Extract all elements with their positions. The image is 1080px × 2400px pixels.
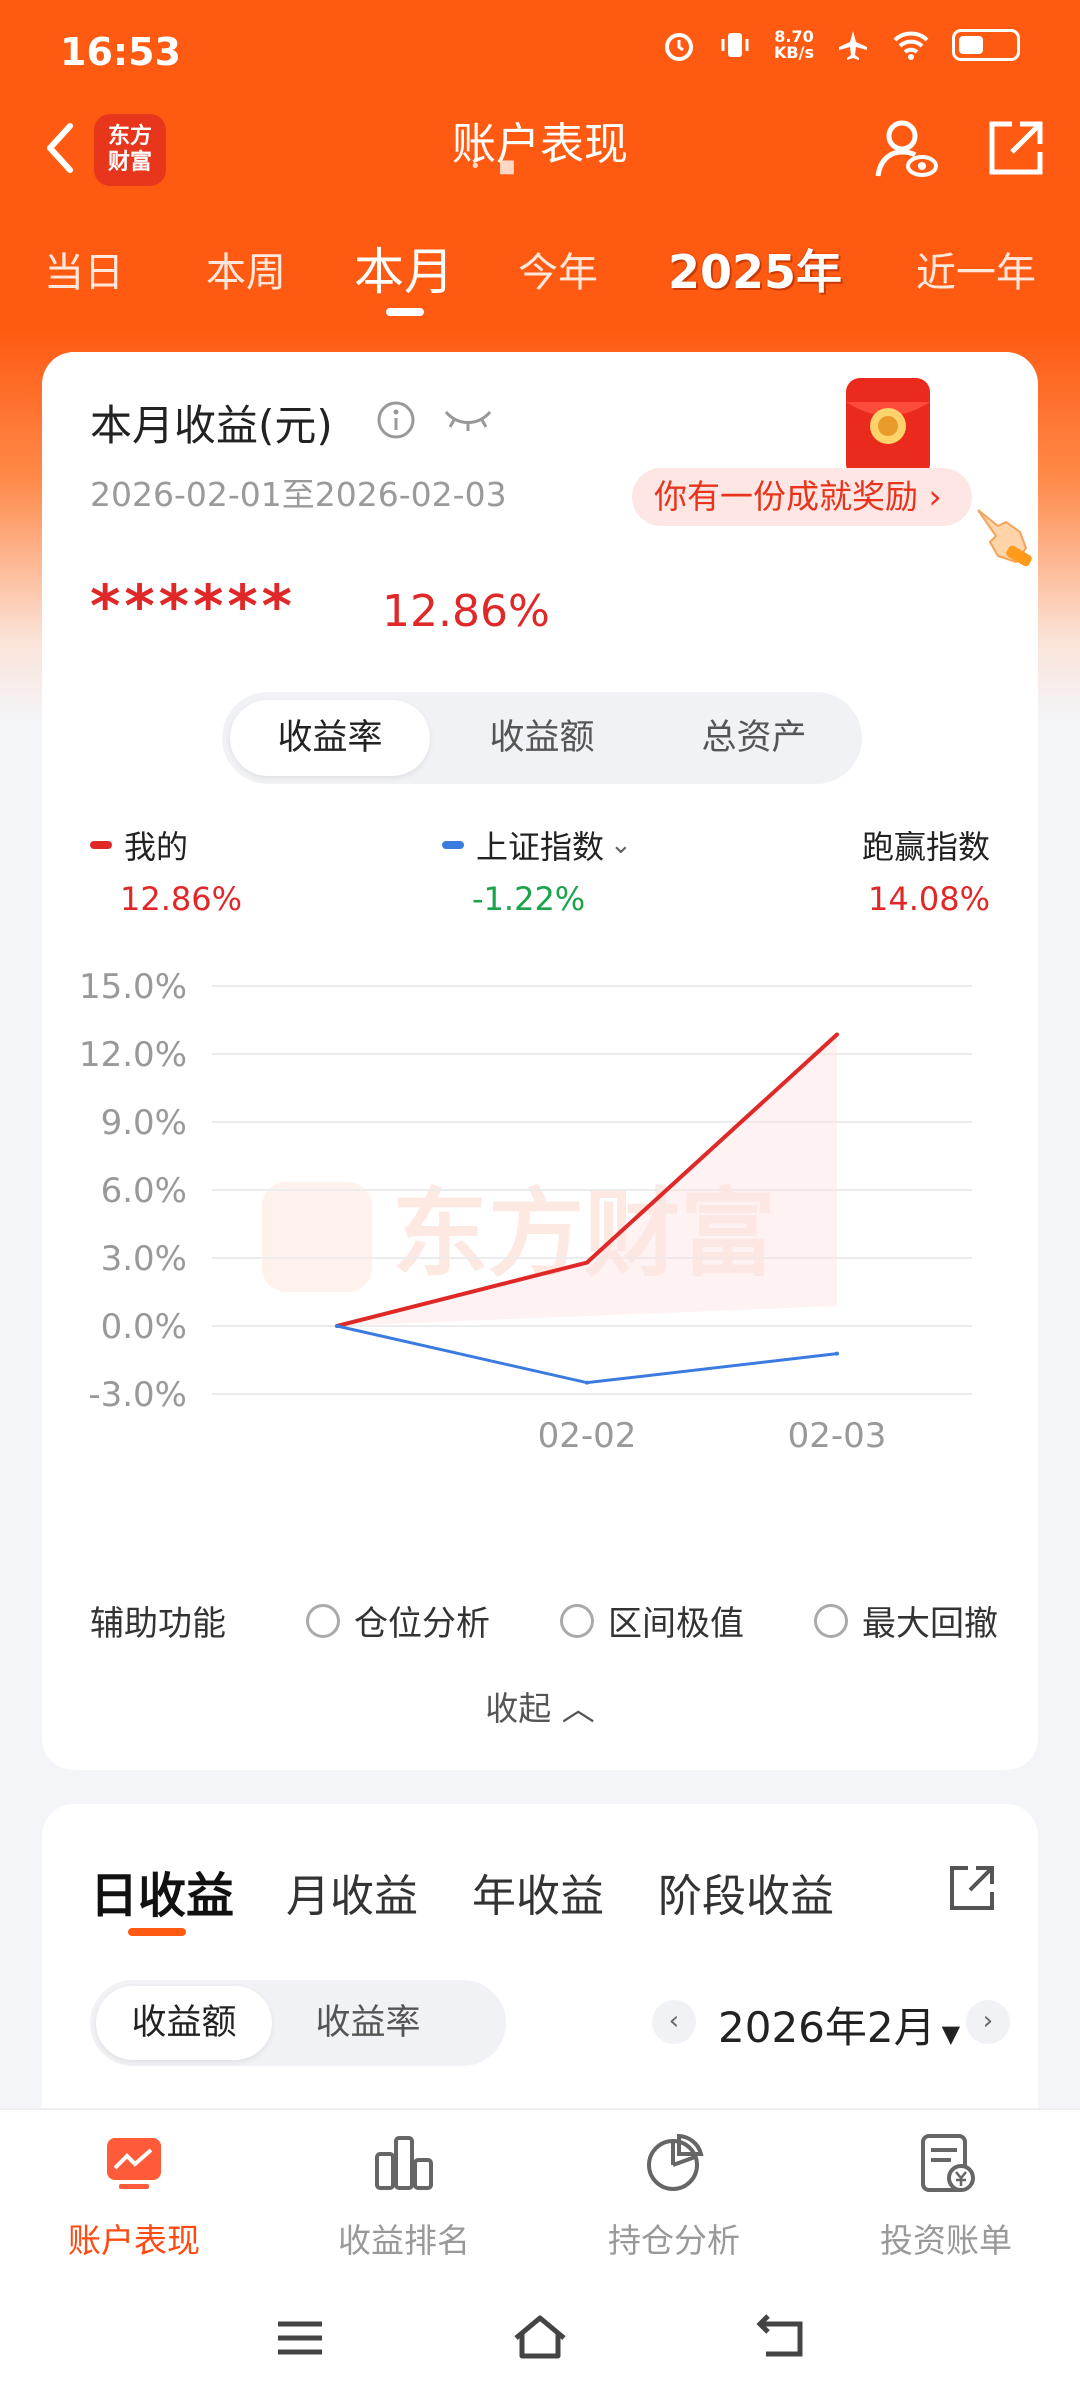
status-bar: 16:53 8.70 KB/s xyxy=(0,0,1080,100)
menu-icon[interactable] xyxy=(270,2308,330,2368)
system-nav-bar xyxy=(0,2278,1080,2400)
nav-investment-bill[interactable]: 投资账单 xyxy=(846,2130,1046,2262)
info-icon[interactable] xyxy=(376,400,416,440)
nav-revenue-ranking[interactable]: 收益排名 xyxy=(304,2130,504,2262)
tab-this-week[interactable]: 本周 xyxy=(206,240,286,298)
red-packet-icon[interactable] xyxy=(836,372,940,482)
legend-dot-index xyxy=(442,841,464,849)
export-icon[interactable] xyxy=(946,1862,998,1914)
status-icons: 8.70 KB/s xyxy=(662,28,1020,62)
return-pct: 12.86% xyxy=(382,586,550,637)
tab-this-year[interactable]: 今年 xyxy=(518,240,598,298)
period-tabs: 当日 本周 本月 今年 2025年 近一年 xyxy=(0,230,1080,320)
bar-chart-icon xyxy=(375,2136,433,2190)
month-selector: ‹ 2026年2月 ▼ › xyxy=(602,1980,1022,2066)
data-point xyxy=(585,1260,589,1265)
data-point xyxy=(835,1032,839,1037)
bottom-nav: 账户表现 收益排名 持仓分析 投资账单 xyxy=(0,2108,1080,2278)
y-tick-label: 9.0% xyxy=(101,1103,187,1143)
pie-chart-icon xyxy=(647,2133,704,2191)
x-tick-label: 02-02 xyxy=(538,1416,637,1452)
tab-monthly-revenue[interactable]: 月收益 xyxy=(286,1860,418,1924)
status-time: 16:53 xyxy=(60,30,181,74)
metric-segmented: 收益率 收益额 总资产 xyxy=(222,692,862,784)
battery-icon xyxy=(952,29,1020,61)
wifi-icon xyxy=(893,31,929,60)
option-max-drawdown[interactable]: 最大回撤 xyxy=(814,1596,998,1645)
revenue-segmented: 收益额 收益率 xyxy=(90,1980,506,2066)
alarm-icon xyxy=(665,33,694,61)
reward-banner[interactable]: 你有一份成就奖励 › xyxy=(632,468,972,526)
vibrate-icon xyxy=(721,33,749,57)
caret-down-icon: ▼ xyxy=(941,2020,961,2048)
option-position-analysis[interactable]: 仓位分析 xyxy=(306,1596,490,1645)
month-dropdown[interactable]: 2026年2月 ▼ xyxy=(718,1994,960,2055)
nav-holdings-analysis[interactable]: 持仓分析 xyxy=(574,2130,774,2262)
return-chart[interactable]: 东方财富15.0%12.0%9.0%6.0%3.0%0.0%-3.0%02-02… xyxy=(42,912,1038,1452)
prev-month-button[interactable]: ‹ xyxy=(652,2000,696,2044)
legend-index[interactable]: 上证指数 ⌄ -1.22% xyxy=(442,822,632,918)
card-title: 本月收益(元) xyxy=(90,401,333,450)
tab-daily-revenue[interactable]: 日收益 xyxy=(90,1856,234,1926)
next-month-button[interactable]: › xyxy=(966,2000,1010,2044)
watermark-logo xyxy=(262,1182,372,1292)
tab-today[interactable]: 当日 xyxy=(44,240,124,298)
series-line-index xyxy=(336,1324,838,1385)
legend-beat: 跑赢指数 14.08% xyxy=(862,828,991,918)
legend-mine: 我的 12.86% xyxy=(90,822,242,918)
y-tick-label: 3.0% xyxy=(101,1239,187,1279)
chevron-down-icon[interactable]: ⌄ xyxy=(610,830,632,860)
revenue-rate-tab[interactable]: 收益率 xyxy=(280,1986,456,2060)
user-view-icon[interactable] xyxy=(872,114,942,184)
collapse-button[interactable]: 收起 ︿ xyxy=(42,1682,1038,1730)
radio-circle[interactable] xyxy=(814,1603,848,1638)
nav-bar: 东方 财富 账户表现 • ■ xyxy=(0,100,1080,210)
aux-label: 辅助功能 xyxy=(90,1604,226,1644)
home-icon[interactable] xyxy=(510,2308,570,2368)
chevron-up-icon: ︿ xyxy=(561,1689,595,1728)
metric-amount-tab[interactable]: 收益额 xyxy=(442,700,642,776)
net-speed: 8.70 KB/s xyxy=(774,27,814,62)
pointing-hand-icon xyxy=(977,509,1032,567)
masked-amount: ****** xyxy=(90,572,296,640)
y-tick-label: 15.0% xyxy=(79,967,187,1007)
airplane-icon xyxy=(839,31,867,60)
y-tick-label: -3.0% xyxy=(88,1375,187,1415)
option-range-extremes[interactable]: 区间极值 xyxy=(560,1596,744,1645)
metric-rate-tab[interactable]: 收益率 xyxy=(230,700,430,776)
x-tick-label: 02-03 xyxy=(788,1416,887,1452)
metric-assets-tab[interactable]: 总资产 xyxy=(654,700,854,776)
legend-dot-mine xyxy=(90,841,112,849)
performance-icon xyxy=(107,2138,161,2189)
tab-underline xyxy=(386,308,424,316)
data-point xyxy=(835,1351,839,1356)
y-tick-label: 0.0% xyxy=(101,1307,187,1347)
tab-last-year[interactable]: 近一年 xyxy=(916,240,1036,298)
share-icon[interactable] xyxy=(984,116,1048,180)
y-tick-label: 12.0% xyxy=(79,1035,187,1075)
date-range: 2026-02-01至2026-02-03 xyxy=(90,475,507,514)
eye-closed-icon[interactable] xyxy=(442,404,494,434)
tab-this-month[interactable]: 本月 xyxy=(354,232,454,304)
data-point xyxy=(585,1380,589,1385)
bill-icon xyxy=(921,2134,975,2192)
revenue-tab-underline xyxy=(128,1928,186,1936)
radio-circle[interactable] xyxy=(560,1603,594,1638)
aux-functions: 辅助功能 仓位分析 区间极值 最大回撤 xyxy=(90,1588,1010,1648)
nav-account-performance[interactable]: 账户表现 xyxy=(34,2130,234,2262)
tab-yearly-revenue[interactable]: 年收益 xyxy=(472,1860,604,1924)
data-point xyxy=(335,1324,339,1328)
back-nav-icon[interactable] xyxy=(750,2308,810,2368)
tab-2025[interactable]: 2025年 xyxy=(668,236,842,302)
revenue-amount-tab[interactable]: 收益额 xyxy=(96,1986,272,2060)
y-tick-label: 6.0% xyxy=(101,1171,187,1211)
title-indicator: • ■ xyxy=(470,156,522,177)
performance-card: 本月收益(元) 2026-02-01至2026-02-03 你有一份成就奖励 ›… xyxy=(42,352,1038,1770)
radio-circle[interactable] xyxy=(306,1603,340,1638)
tab-stage-revenue[interactable]: 阶段收益 xyxy=(658,1860,834,1924)
